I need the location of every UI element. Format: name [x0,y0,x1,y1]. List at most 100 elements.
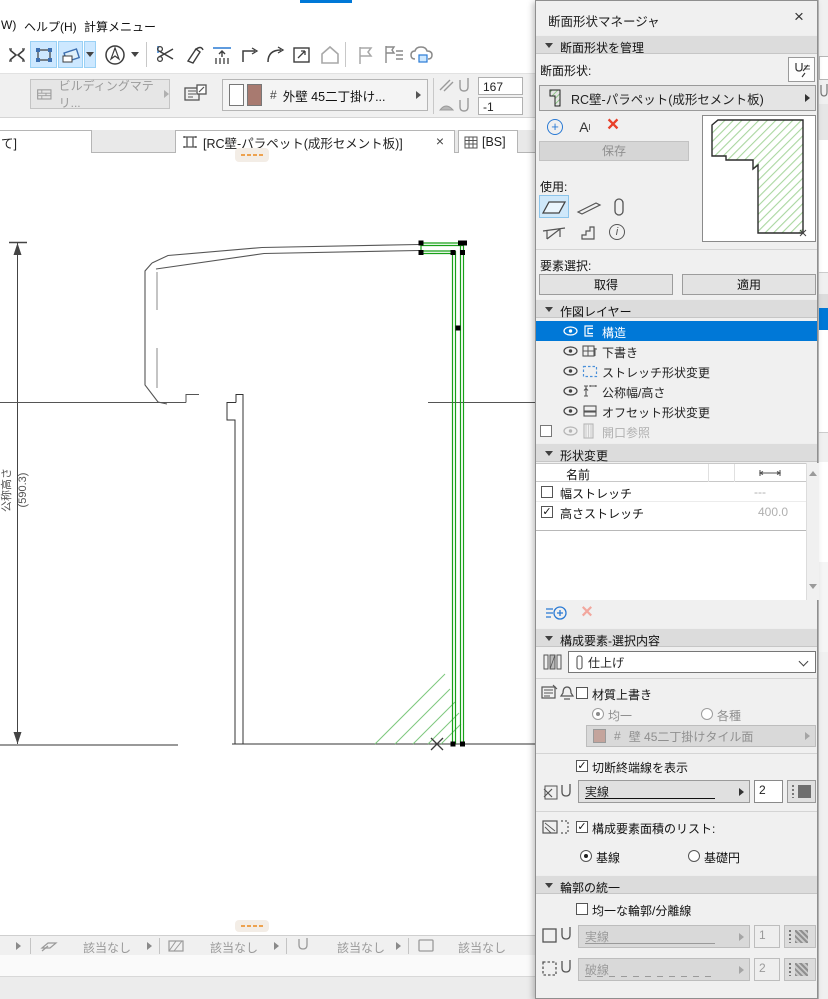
edit-nodes-tool-icon[interactable] [30,41,57,68]
modifier-row-width[interactable]: 幅ストレッチ --- [536,483,806,502]
flag-list-tool-icon[interactable] [380,41,407,68]
component-area-label: 構成要素面積のリスト: [592,822,716,836]
layer-row-stretch[interactable]: ストレッチ形状変更 [536,361,817,381]
outline-line-type-dropdown[interactable]: 実線 [578,925,750,948]
use-beam-button[interactable] [574,195,604,218]
use-wall-button[interactable] [539,195,569,218]
corner-tool-icon[interactable] [236,41,263,68]
uniform-radio[interactable] [592,708,604,720]
outline-pen-field[interactable]: 1 [754,925,780,948]
layer-row-draft[interactable]: 下書き [536,341,817,361]
outline-pen-chip[interactable] [784,925,816,948]
status-layer-value[interactable]: 該当なし [83,939,131,956]
material-dropdown[interactable]: # 壁 45二丁掛けタイル面 [586,725,816,747]
transfer-settings-button[interactable] [183,82,209,118]
section-layers-label: 作図レイヤー [560,305,632,319]
section-modifiers[interactable]: 形状変更 [536,443,817,463]
cut-line-type-dropdown[interactable]: 実線 [578,780,750,803]
status-pen-arrow[interactable] [396,942,401,950]
fill-selector-dropdown[interactable]: # 外壁 45二丁掛け... [222,79,428,111]
resize-tool-icon[interactable] [288,41,315,68]
tab-bs[interactable]: [BS] [458,130,518,153]
pen-set-button[interactable] [788,57,815,82]
component-area-checkbox[interactable]: ✓ [576,821,588,833]
pen-value-bottom-field[interactable]: -1 [478,97,523,115]
layer-row-structure[interactable]: 構造 [536,321,817,341]
profile-select-dropdown[interactable]: RC壁-パラペット(成形セメント板) [539,85,816,111]
tab-close-icon[interactable]: × [436,133,444,149]
status-fill-arrow[interactable] [274,942,279,950]
tab-left-partial[interactable]: て] [0,130,92,153]
compass-dropdown[interactable] [128,41,142,68]
palette-close-icon[interactable]: × [789,7,809,27]
fillet-tool-icon[interactable] [262,41,289,68]
home-tool-icon[interactable] [316,41,343,68]
status-frame-value[interactable]: 該当なし [458,939,506,956]
use-stair-button[interactable] [576,221,602,243]
pen-value-top-field[interactable]: 167 [478,77,523,95]
section-outline[interactable]: 輪郭の統一 [536,875,817,895]
adjust-tool-icon[interactable] [180,41,207,68]
status-layer-arrow[interactable] [147,942,152,950]
modifier-row-height[interactable]: ✓ 高さストレッチ 400.0 [536,503,806,522]
status-expand-arrow[interactable] [16,942,21,950]
opening-ref-checkbox[interactable] [540,425,552,437]
component-select-dropdown[interactable]: 仕上げ [568,651,816,673]
layer-row-offset[interactable]: オフセット形状変更 [536,401,817,421]
building-material-button[interactable]: ビルディングマテリ... [30,79,170,110]
cut-line-pen-chip[interactable] [787,780,816,803]
apply-button[interactable]: 適用 [682,274,816,295]
layer-row-nominal[interactable]: 公称幅/高さ [536,381,817,401]
cut-line-pen-field[interactable]: 2 [754,780,783,803]
component-select-value: 仕上げ [588,655,625,670]
add-modifier-button[interactable] [543,603,569,623]
status-pen-value[interactable]: 該当なし [337,939,385,956]
menu-help[interactable]: ヘルプ(H) [24,18,77,35]
marquee-tool-icon[interactable] [3,41,30,68]
tab-active-profile[interactable]: [RC壁-パラペット(成形セメント板)] × [175,130,455,153]
cloud-sync-icon[interactable] [408,41,435,68]
scroll-down-icon[interactable] [809,584,817,589]
baseline-radio[interactable] [580,850,592,862]
delete-modifier-button[interactable]: × [576,601,598,623]
tab-left-label: て] [1,136,17,151]
use-column-button[interactable] [608,195,630,218]
layer-row-opening-ref[interactable]: 開口参照 [536,421,817,441]
rotate-tool-icon[interactable] [58,41,83,68]
extend-tool-icon[interactable] [208,41,235,68]
width-stretch-checkbox[interactable] [541,486,553,498]
section-component[interactable]: 構成要素-選択内容 [536,628,817,648]
use-info-button[interactable]: i [606,221,628,243]
flag-tool-icon[interactable] [352,41,379,68]
rotate-tool-dropdown[interactable] [84,41,96,68]
status-fill-value[interactable]: 該当なし [210,939,258,956]
save-button[interactable]: 保存 [539,141,689,161]
cut-end-lines-checkbox[interactable]: ✓ [576,760,588,772]
separator-pen-field[interactable]: 2 [754,958,780,981]
palette-titlebar[interactable]: 断面形状マネージャ × [536,1,817,34]
section-manage-profiles[interactable]: 断面形状を管理 [536,35,817,55]
compass-tool-icon[interactable] [101,41,128,68]
menu-calc[interactable]: 計算メニュー [84,18,156,35]
rename-profile-button[interactable]: AI [574,117,596,137]
various-radio[interactable] [701,708,713,720]
scroll-up-icon[interactable] [809,471,817,476]
material-override-checkbox[interactable] [576,687,588,699]
modifier-value[interactable]: 400.0 [732,505,788,519]
uniform-outline-checkbox[interactable] [576,903,588,915]
col-name-header[interactable]: 名前 [566,466,590,483]
component-area-icon [542,820,569,834]
separator-line-type-dropdown[interactable]: 破線 [578,958,750,981]
section-drawing-layers[interactable]: 作図レイヤー [536,299,817,319]
basecircle-radio[interactable] [688,850,700,862]
modifiers-scrollbar[interactable] [806,463,819,600]
add-profile-button[interactable]: + [545,117,565,137]
modifier-name: 高さストレッチ [560,507,645,521]
delete-profile-button[interactable]: × [602,114,624,136]
modifier-value[interactable]: --- [736,485,784,499]
use-railing-button[interactable] [539,221,569,243]
split-tool-icon[interactable] [152,41,179,68]
height-stretch-checkbox[interactable]: ✓ [541,506,553,518]
separator-pen-chip[interactable] [784,958,816,981]
get-button[interactable]: 取得 [539,274,673,295]
